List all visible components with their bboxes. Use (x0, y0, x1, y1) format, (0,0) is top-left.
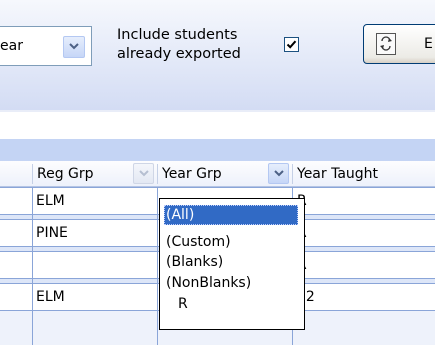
cell-reg-grp[interactable]: ELM (36, 193, 65, 209)
grid-header: Reg Grp Year Grp Year Taught (0, 161, 435, 187)
filter-option-blanks[interactable]: (Blanks) (164, 252, 225, 272)
year-select-value: ear (0, 38, 23, 54)
column-header-year-taught[interactable]: Year Taught (293, 161, 435, 187)
export-icon (376, 33, 396, 55)
include-exported-checkbox[interactable] (284, 37, 299, 52)
export-button[interactable]: E (363, 24, 435, 64)
column-header-reg-grp[interactable]: Reg Grp (33, 161, 157, 187)
column-divider (32, 187, 33, 345)
export-button-label: E (424, 36, 433, 52)
reg-grp-filter-button[interactable] (133, 163, 154, 184)
filter-option-r[interactable]: R (176, 294, 190, 314)
checkmark-icon (286, 40, 297, 49)
column-header-label: Year Grp (162, 166, 222, 182)
year-grp-filter-list[interactable]: (All) (Custom) (Blanks) (NonBlanks) R (159, 198, 305, 330)
column-divider (157, 187, 158, 345)
chevron-down-icon (274, 170, 284, 177)
filter-option-custom[interactable]: (Custom) (164, 232, 233, 252)
include-label-line2: already exported (117, 46, 241, 62)
year-grp-filter-button[interactable] (268, 163, 289, 184)
filter-panel-divider (0, 110, 435, 112)
year-select-dropdown-button[interactable] (63, 36, 85, 58)
chevron-down-icon (69, 43, 79, 50)
year-select[interactable]: ear (0, 26, 92, 66)
filter-option-nonblanks[interactable]: (NonBlanks) (164, 273, 253, 293)
include-exported-label: Include students already exported (117, 26, 267, 64)
column-header-year-grp[interactable]: Year Grp (158, 161, 292, 187)
cell-reg-grp[interactable]: PINE (36, 225, 68, 241)
group-by-area (0, 139, 435, 161)
column-header-label: Year Taught (297, 166, 379, 182)
cell-reg-grp[interactable]: ELM (36, 289, 65, 305)
column-header-label: Reg Grp (37, 166, 94, 182)
filter-option-all[interactable]: (All) (164, 205, 298, 225)
include-label-line1: Include students (117, 27, 238, 43)
chevron-down-icon (139, 170, 149, 177)
